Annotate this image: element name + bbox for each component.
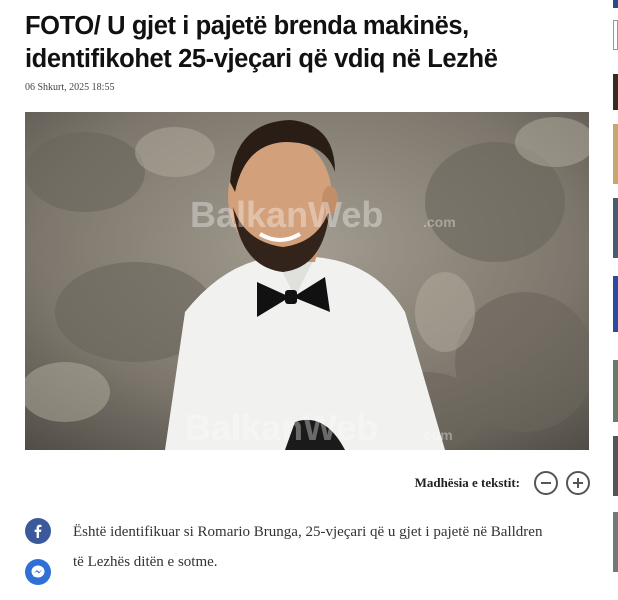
watermark-bottom: BalkanWeb xyxy=(185,407,378,448)
sidebar-thumb[interactable] xyxy=(613,198,618,258)
decrease-font-button[interactable] xyxy=(534,471,558,495)
sidebar-thumb[interactable] xyxy=(613,360,618,422)
sidebar-thumb[interactable] xyxy=(613,276,618,332)
watermark-bottom-suffix: .com xyxy=(420,427,453,443)
font-size-label: Madhësia e tekstit: xyxy=(414,475,520,490)
facebook-icon xyxy=(34,524,42,538)
article-headline: FOTO/ U gjet i pajetë brenda makinës, id… xyxy=(25,12,498,73)
article-photo: BalkanWeb .com BalkanWeb .com xyxy=(25,112,589,450)
watermark-top-suffix: .com xyxy=(423,214,456,230)
font-size-tools: Madhësia e tekstit: xyxy=(380,468,590,498)
sidebar-thumb[interactable] xyxy=(613,124,618,184)
messenger-share-button[interactable] xyxy=(25,559,51,585)
minus-icon xyxy=(541,482,551,484)
sidebar-thumb[interactable] xyxy=(613,0,618,8)
sidebar-thumb[interactable] xyxy=(613,74,618,110)
facebook-share-button[interactable] xyxy=(25,518,51,544)
sidebar-edge xyxy=(610,0,618,600)
increase-font-button[interactable] xyxy=(566,471,590,495)
sidebar-input[interactable] xyxy=(613,20,618,50)
messenger-icon xyxy=(31,565,45,578)
article-body: Është identifikuar si Romario Brunga, 25… xyxy=(73,524,543,570)
watermark-top: BalkanWeb xyxy=(190,194,383,235)
sidebar-thumb[interactable] xyxy=(613,512,618,572)
plus-icon xyxy=(573,478,583,488)
article-date: 06 Shkurt, 2025 18:55 xyxy=(25,82,115,93)
sidebar-thumb[interactable] xyxy=(613,436,618,496)
